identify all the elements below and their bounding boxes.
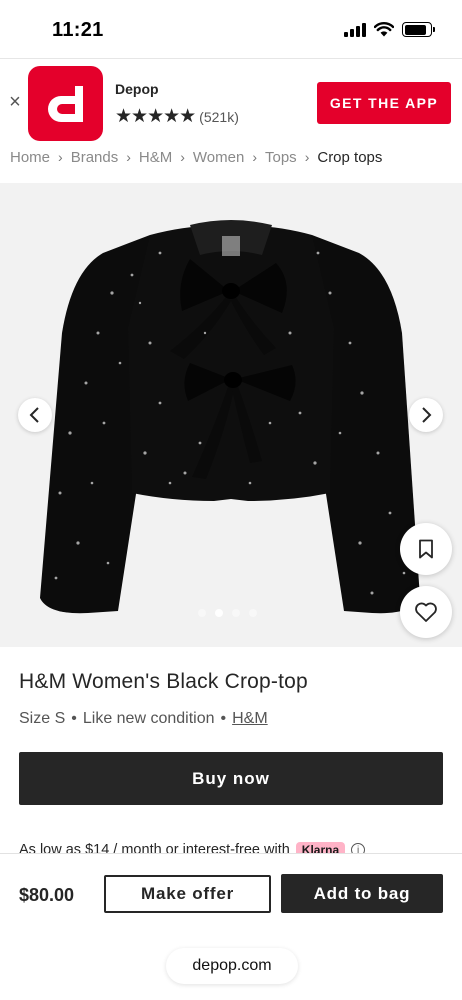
carousel-dot[interactable] [198,609,206,617]
app-name: Depop [115,81,159,97]
breadcrumb-separator: › [180,149,185,165]
browser-url-bar[interactable]: depop.com [166,948,298,984]
buy-now-button[interactable]: Buy now [19,752,443,805]
product-image [40,220,420,614]
cellular-signal-icon [344,22,366,37]
breadcrumb-separator: › [126,149,131,165]
carousel-previous-button[interactable] [18,398,52,432]
breadcrumb-item-crop-tops[interactable]: Crop tops [317,149,382,166]
wifi-icon [374,22,394,37]
status-bar: 11:21 [0,0,462,58]
breadcrumb-item-brands[interactable]: Brands [71,149,119,166]
carousel-dot[interactable] [215,609,223,617]
breadcrumb-separator: › [58,149,63,165]
rating-count: (521k) [199,108,239,125]
product-title: H&M Women's Black Crop-top [19,670,308,693]
breadcrumb-item-women[interactable]: Women [193,149,244,166]
close-icon[interactable]: × [6,92,24,112]
breadcrumb-separator: › [252,149,257,165]
battery-icon [402,22,435,37]
make-offer-button[interactable]: Make offer [104,875,271,913]
status-time: 11:21 [52,19,104,41]
breadcrumb-separator: › [304,149,310,165]
carousel-next-button[interactable] [409,398,443,432]
battery-level-fill [404,24,426,35]
depop-logo-icon [28,66,103,141]
add-to-bag-button[interactable]: Add to bag [281,874,443,913]
carousel-dot[interactable] [249,609,257,617]
heart-icon [415,602,437,622]
chevron-left-icon [29,407,39,423]
product-price: $80.00 [19,885,75,905]
status-icons [344,22,435,37]
product-condition: Like new condition [82,710,215,727]
carousel-dots [198,609,257,617]
save-button[interactable] [400,523,452,575]
chevron-right-icon [422,407,432,423]
product-image-gallery[interactable] [0,183,462,647]
breadcrumb-item-tops[interactable]: Tops [265,149,297,166]
star-rating-icon: ★★★★★ [115,106,196,127]
bottom-action-bar: $80.00 Make offer Add to bag depop.com [0,853,462,1000]
app-rating: ★★★★★ (521k) [115,107,239,126]
breadcrumb: Home › Brands › H&M › Women › Tops › Cro… [10,146,382,168]
product-attributes: Size S • Like new condition • H&M [19,710,268,728]
meta-separator: • [71,710,77,727]
bookmark-icon [419,539,433,559]
product-size: Size S [19,710,66,727]
breadcrumb-item-home[interactable]: Home [10,149,50,166]
like-button[interactable] [400,586,452,638]
app-install-banner: × Depop ★★★★★ (521k) GET THE APP [0,58,462,148]
meta-separator: • [220,710,227,727]
carousel-dot[interactable] [232,609,240,617]
product-brand-link[interactable]: H&M [232,710,268,728]
breadcrumb-item-hm[interactable]: H&M [139,149,172,166]
get-the-app-button[interactable]: GET THE APP [317,82,451,124]
financing-message: As low as $14 / month or interest-free w… [19,840,462,854]
